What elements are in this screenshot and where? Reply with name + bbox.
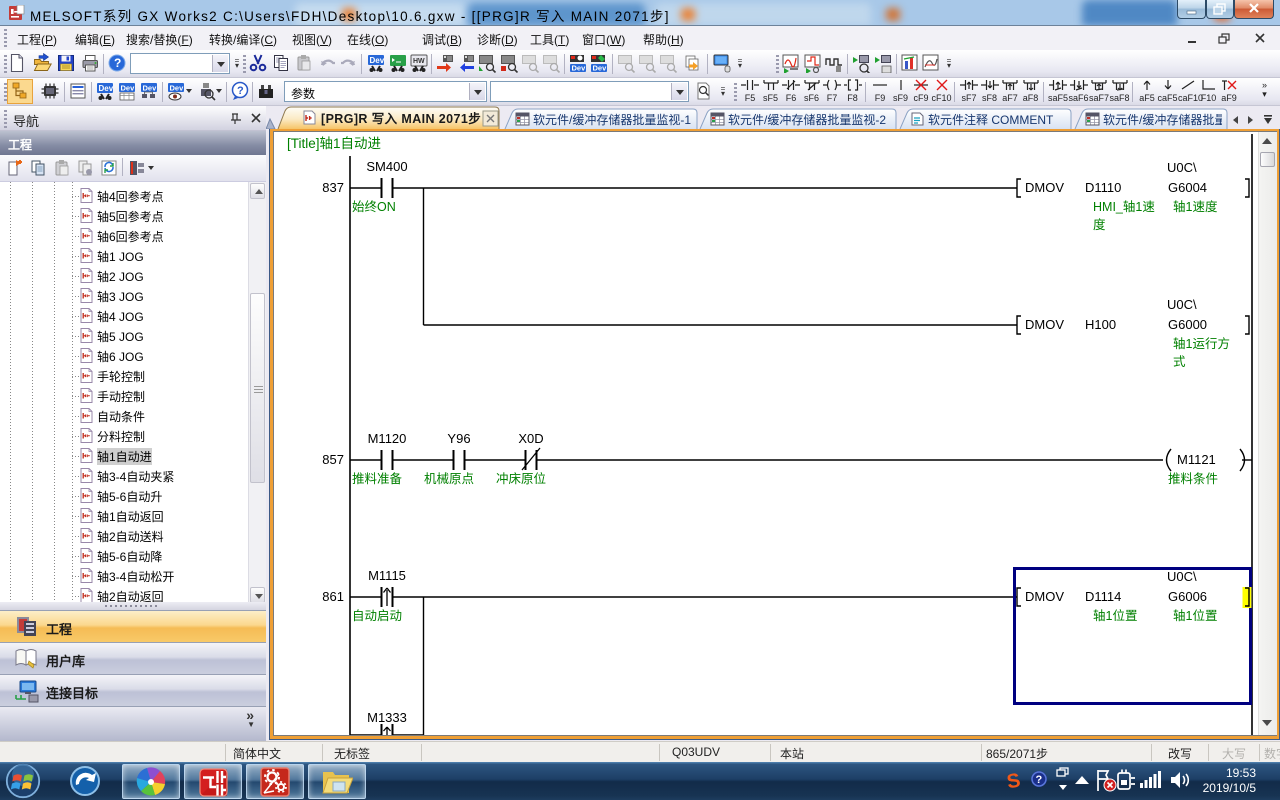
svg-text:M1120: M1120 <box>368 431 407 446</box>
svg-text:DMOV: DMOV <box>1025 317 1064 332</box>
svg-text:DMOV: DMOV <box>1025 180 1064 195</box>
svg-text:[Title]轴1自动进: [Title]轴1自动进 <box>287 136 382 151</box>
svg-text:?: ? <box>114 56 121 70</box>
svg-text:837: 837 <box>322 180 344 195</box>
svg-text:轴1位置: 轴1位置 <box>1093 608 1137 623</box>
svg-text:M1121: M1121 <box>1177 452 1216 467</box>
svg-text:DMOV: DMOV <box>1025 589 1064 604</box>
svg-text:Dev: Dev <box>370 56 385 65</box>
svg-text:软元件/缓冲存储器批量监视: 软元件/缓冲存储器批量监视 <box>1103 112 1250 127</box>
svg-text:X0D: X0D <box>518 431 543 446</box>
svg-text:软元件注释 COMMENT: 软元件注释 COMMENT <box>928 112 1054 127</box>
svg-text:冲床原位: 冲床原位 <box>496 471 546 486</box>
svg-text:[PRG]R 写入 MAIN 2071步: [PRG]R 写入 MAIN 2071步 <box>321 111 481 126</box>
svg-text:G6000: G6000 <box>1168 317 1207 332</box>
svg-text:M1115: M1115 <box>368 568 406 583</box>
svg-text:Dev: Dev <box>121 84 136 93</box>
svg-text:HMI_轴1速: HMI_轴1速 <box>1093 199 1155 214</box>
svg-text:轴1速度: 轴1速度 <box>1173 199 1218 214</box>
svg-text:?: ? <box>1036 774 1043 786</box>
svg-text:Y96: Y96 <box>447 431 470 446</box>
svg-text:式: 式 <box>1173 355 1186 369</box>
svg-text:S: S <box>1006 769 1022 793</box>
svg-text:Dev: Dev <box>593 64 608 73</box>
svg-text:始终ON: 始终ON <box>352 199 396 214</box>
svg-text:D1114: D1114 <box>1085 589 1121 604</box>
svg-text:软元件/缓冲存储器批量监视-1: 软元件/缓冲存储器批量监视-1 <box>533 112 691 127</box>
svg-text:D1110: D1110 <box>1085 180 1121 195</box>
svg-text:机械原点: 机械原点 <box>424 471 474 486</box>
svg-text:轴1运行方: 轴1运行方 <box>1173 336 1230 351</box>
svg-text:HW: HW <box>413 58 425 65</box>
svg-text:软元件/缓冲存储器批量监视-2: 软元件/缓冲存储器批量监视-2 <box>728 112 886 127</box>
svg-text:G6006: G6006 <box>1168 589 1207 604</box>
svg-text:度: 度 <box>1093 217 1106 232</box>
svg-text:推料准备: 推料准备 <box>352 472 403 486</box>
svg-text:推料条件: 推料条件 <box>1168 472 1218 486</box>
svg-text:H100: H100 <box>1085 317 1116 332</box>
svg-text:自动启动: 自动启动 <box>352 609 402 623</box>
svg-text:857: 857 <box>322 452 344 467</box>
svg-text:G6004: G6004 <box>1168 180 1207 195</box>
svg-text:U0C\: U0C\ <box>1167 297 1197 312</box>
svg-text:SM400: SM400 <box>366 159 407 174</box>
svg-text:Dev: Dev <box>99 84 114 93</box>
svg-text:U0C\: U0C\ <box>1167 569 1197 584</box>
svg-text:M1333: M1333 <box>367 710 407 725</box>
svg-text:轴1位置: 轴1位置 <box>1173 608 1217 623</box>
svg-text:Dev: Dev <box>170 84 185 93</box>
svg-text:861: 861 <box>322 589 344 604</box>
svg-text:U0C\: U0C\ <box>1167 160 1197 175</box>
svg-text:Dev: Dev <box>143 84 158 93</box>
svg-text:Dev: Dev <box>572 64 587 73</box>
svg-text:?: ? <box>237 85 244 97</box>
